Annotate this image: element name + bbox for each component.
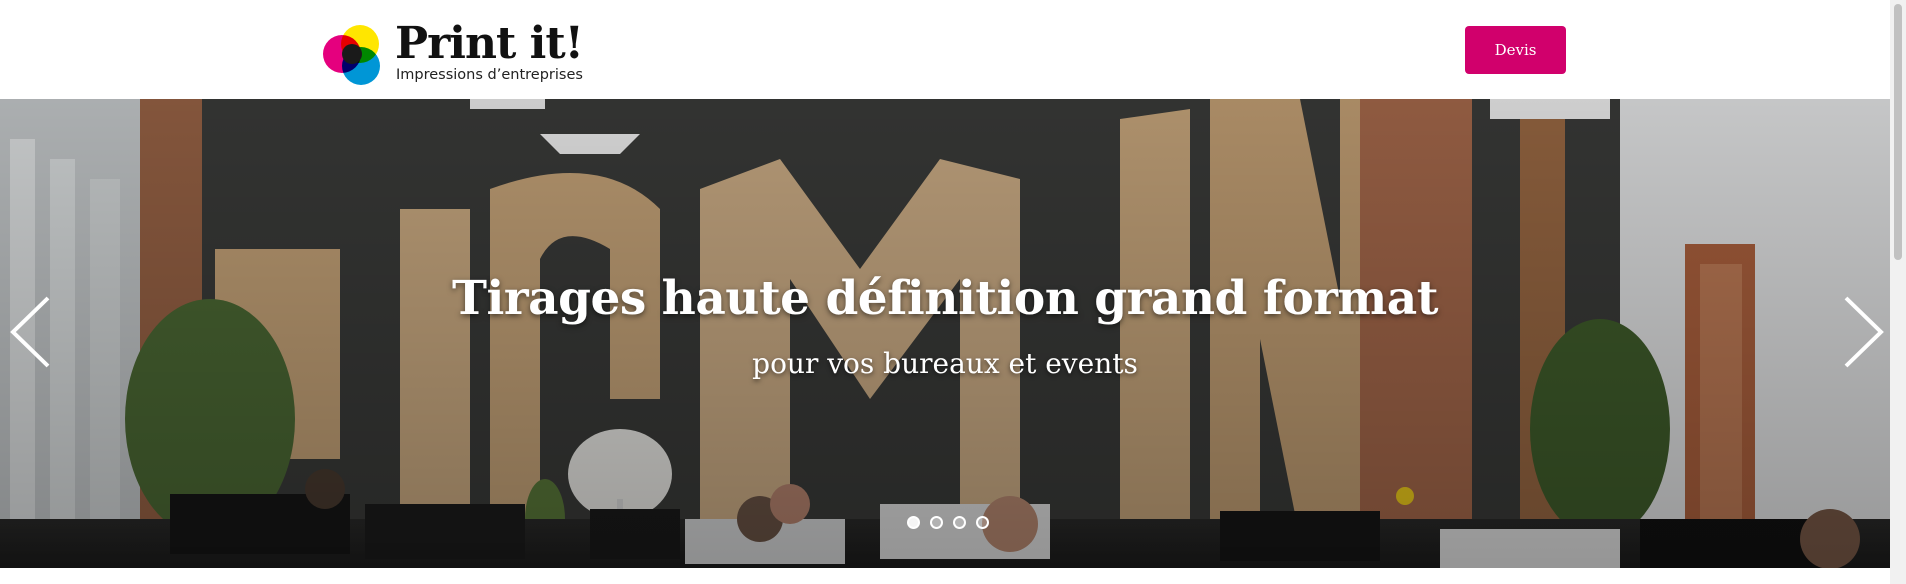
logo-title: Print it! bbox=[395, 18, 584, 69]
devis-button[interactable]: Devis bbox=[1465, 26, 1566, 74]
page-scrollbar[interactable] bbox=[1890, 0, 1906, 584]
hero-carousel: Tirages haute définition grand format po… bbox=[0, 99, 1890, 568]
site-header: Print it! Impressions d’entreprises Devi… bbox=[0, 0, 1890, 99]
chevron-right-icon[interactable] bbox=[1842, 294, 1886, 370]
hero-background-image bbox=[0, 99, 1890, 568]
hero-subtitle: pour vos bureaux et events bbox=[752, 347, 1138, 380]
scrollbar-thumb[interactable] bbox=[1894, 4, 1902, 260]
carousel-dot[interactable] bbox=[976, 516, 989, 529]
carousel-indicators bbox=[907, 516, 989, 530]
logo-subtitle: Impressions d’entreprises bbox=[396, 67, 583, 83]
logo-circles-icon bbox=[323, 25, 380, 85]
chevron-left-icon[interactable] bbox=[8, 294, 52, 370]
carousel-dot[interactable] bbox=[930, 516, 943, 529]
carousel-dot[interactable] bbox=[953, 516, 966, 529]
carousel-dot[interactable] bbox=[907, 516, 920, 529]
hero-title: Tirages haute définition grand format bbox=[452, 271, 1438, 326]
logo[interactable]: Print it! Impressions d’entreprises bbox=[322, 18, 584, 86]
